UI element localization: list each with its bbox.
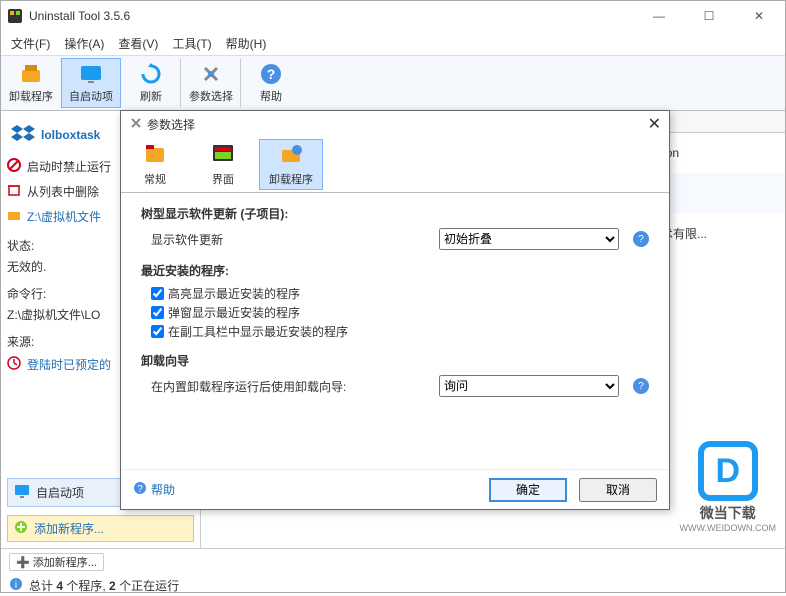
dialog-body: 树型显示软件更新 (子项目): 显示软件更新 初始折叠 ? 最近安装的程序: 高… xyxy=(121,193,669,469)
toolbar-refresh-label: 刷新 xyxy=(140,88,162,104)
chk-highlight-recent[interactable]: 高亮显示最近安装的程序 xyxy=(141,285,649,302)
statusbar-add-label: 添加新程序... xyxy=(33,557,97,569)
help-icon: ? xyxy=(259,62,283,86)
add-new-label: 添加新程序... xyxy=(34,520,104,537)
menubar: 文件(F) 操作(A) 查看(V) 工具(T) 帮助(H) xyxy=(1,31,785,55)
help-link-icon: ? xyxy=(133,481,147,498)
dialog-close-button[interactable]: ✕ xyxy=(648,114,661,134)
dialog-footer: ? 帮助 确定 取消 xyxy=(121,469,669,509)
monitor-icon xyxy=(14,483,30,502)
watermark-text1: 微当下载 xyxy=(680,503,776,523)
wizard-select[interactable]: 询问 xyxy=(439,375,619,397)
show-updates-select[interactable]: 初始折叠 xyxy=(439,228,619,250)
selected-app-name: lolboxtask xyxy=(41,128,100,142)
toolbar-refresh[interactable]: 刷新 xyxy=(121,58,181,108)
chk-popup-label: 弹窗显示最近安装的程序 xyxy=(168,304,300,321)
toolbar-startup-label: 自启动项 xyxy=(69,88,113,104)
cancel-button[interactable]: 取消 xyxy=(579,478,657,502)
chk-highlight-recent-input[interactable] xyxy=(151,287,164,300)
chk-toolbar-recent[interactable]: 在副工具栏中显示最近安装的程序 xyxy=(141,323,649,340)
ctx-remove-label: 从列表中删除 xyxy=(27,183,99,200)
main-toolbar: 卸载程序 自启动项 刷新 参数选择 ? 帮助 xyxy=(1,55,785,111)
menu-help[interactable]: 帮助(H) xyxy=(226,35,267,52)
add-icon: ➕ xyxy=(16,557,30,569)
minimize-button[interactable]: — xyxy=(639,2,679,30)
tab-ui-label: 界面 xyxy=(212,171,234,187)
menu-tools[interactable]: 工具(T) xyxy=(172,35,211,52)
chk-popup-recent-input[interactable] xyxy=(151,306,164,319)
chk-toolbar-recent-input[interactable] xyxy=(151,325,164,338)
source-value: 登陆时已预定的 xyxy=(27,356,111,373)
startup-icon xyxy=(79,62,103,86)
maximize-button[interactable]: ☐ xyxy=(689,2,729,30)
ctx-path-label: Z:\虚拟机文件 xyxy=(27,208,101,225)
toolbar-help[interactable]: ? 帮助 xyxy=(241,58,301,108)
prefs-icon xyxy=(129,116,143,133)
dialog-title: 参数选择 xyxy=(147,116,195,133)
help-link-label: 帮助 xyxy=(151,481,175,498)
window-title: Uninstall Tool 3.5.6 xyxy=(29,9,639,23)
dialog-help-link[interactable]: ? 帮助 xyxy=(133,481,175,498)
section-recent: 最近安装的程序: 高亮显示最近安装的程序 弹窗显示最近安装的程序 在副工具栏中显… xyxy=(141,262,649,340)
svg-text:?: ? xyxy=(267,66,276,82)
tab-uninstall-label: 卸载程序 xyxy=(269,171,313,187)
section-recent-title: 最近安装的程序: xyxy=(141,262,649,279)
tab-uninstall[interactable]: 卸载程序 xyxy=(259,139,323,190)
svg-text:i: i xyxy=(15,580,17,591)
toolbar-uninstall[interactable]: 卸载程序 xyxy=(1,58,61,108)
section-tree-updates: 树型显示软件更新 (子项目): 显示软件更新 初始折叠 ? xyxy=(141,205,649,250)
help-icon[interactable]: ? xyxy=(633,378,649,394)
wizard-label: 在内置卸载程序运行后使用卸载向导: xyxy=(141,378,346,395)
uninstall-icon xyxy=(19,62,43,86)
titlebar: Uninstall Tool 3.5.6 — ☐ ✕ xyxy=(1,1,785,31)
disable-icon xyxy=(7,158,21,175)
close-button[interactable]: ✕ xyxy=(739,2,779,30)
tab-general-label: 常规 xyxy=(144,171,166,187)
app-icon xyxy=(7,8,23,24)
section-tree-title: 树型显示软件更新 (子项目): xyxy=(141,205,649,222)
toolbar-help-label: 帮助 xyxy=(260,88,282,104)
folder-icon xyxy=(7,208,21,225)
menu-file[interactable]: 文件(F) xyxy=(11,35,50,52)
menu-view[interactable]: 查看(V) xyxy=(118,35,158,52)
tab-ui[interactable]: 界面 xyxy=(191,139,255,190)
info-icon: i xyxy=(9,577,23,594)
dialog-tabs: 常规 界面 卸载程序 xyxy=(121,137,669,193)
ui-icon xyxy=(211,142,235,169)
toolbar-prefs-label: 参数选择 xyxy=(189,88,233,104)
section-wizard-title: 卸载向导 xyxy=(141,352,649,369)
toolbar-startup[interactable]: 自启动项 xyxy=(61,58,121,108)
statusbar-add-new[interactable]: ➕ 添加新程序... xyxy=(9,553,104,571)
chk-toolbar-label: 在副工具栏中显示最近安装的程序 xyxy=(168,323,348,340)
ok-button[interactable]: 确定 xyxy=(489,478,567,502)
status-summary: 总计 4 个程序, 2 个正在运行 xyxy=(29,577,179,594)
tab-general[interactable]: 常规 xyxy=(123,139,187,190)
chk-highlight-label: 高亮显示最近安装的程序 xyxy=(168,285,300,302)
clock-icon xyxy=(7,356,21,373)
add-icon xyxy=(14,520,28,537)
show-updates-label: 显示软件更新 xyxy=(141,231,223,248)
toolbar-uninstall-label: 卸载程序 xyxy=(9,88,53,104)
general-icon xyxy=(143,142,167,169)
dialog-titlebar: 参数选择 ✕ xyxy=(121,111,669,137)
uninstall-tab-icon xyxy=(279,142,303,169)
startup-section-label: 自启动项 xyxy=(36,484,84,501)
watermark: D 微当下载 WWW.WEIDOWN.COM xyxy=(680,441,776,533)
refresh-icon xyxy=(139,62,163,86)
statusbar: ➕ 添加新程序... i 总计 4 个程序, 2 个正在运行 xyxy=(1,548,785,592)
chk-popup-recent[interactable]: 弹窗显示最近安装的程序 xyxy=(141,304,649,321)
toolbar-prefs[interactable]: 参数选择 xyxy=(181,58,241,108)
menu-action[interactable]: 操作(A) xyxy=(64,35,104,52)
watermark-logo: D xyxy=(698,441,758,501)
svg-text:?: ? xyxy=(137,484,143,495)
prefs-icon xyxy=(199,62,223,86)
help-icon[interactable]: ? xyxy=(633,231,649,247)
watermark-text2: WWW.WEIDOWN.COM xyxy=(680,523,776,533)
dropbox-icon xyxy=(11,121,35,148)
add-new-program-link[interactable]: 添加新程序... xyxy=(7,515,194,542)
preferences-dialog: 参数选择 ✕ 常规 界面 卸载程序 树型显示软件更新 (子项目): 显示软件更新… xyxy=(120,110,670,510)
ctx-disable-label: 启动时禁止运行 xyxy=(27,158,111,175)
section-wizard: 卸载向导 在内置卸载程序运行后使用卸载向导: 询问 ? xyxy=(141,352,649,397)
remove-icon xyxy=(7,183,21,200)
